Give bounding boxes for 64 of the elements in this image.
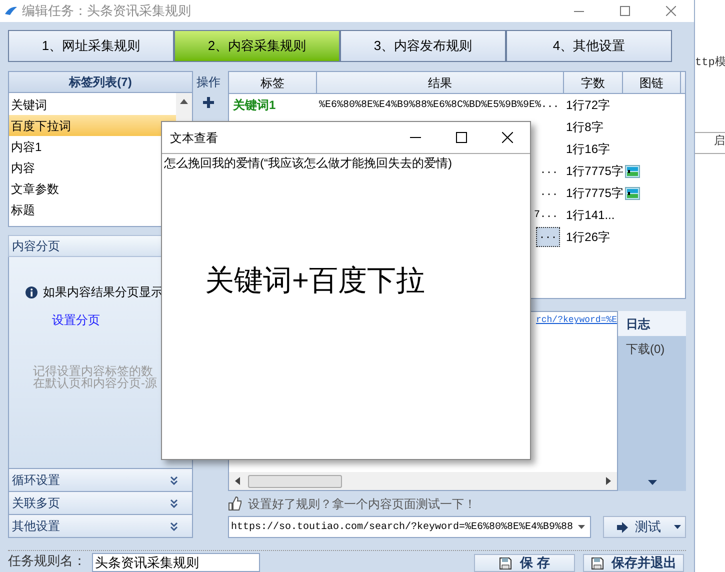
table-cell-text: %E6%80%8E%E4%B9%88%E6%8C%BD%E5%9B%9E%...: [318, 98, 560, 112]
panel-header: 标签列表(7): [8, 71, 193, 93]
scroll-up-icon[interactable]: [180, 99, 188, 104]
table-cell-text: ...: [538, 164, 559, 178]
app-icon: [4, 6, 18, 16]
test-button[interactable]: 测试: [603, 516, 686, 538]
column-header: 结果: [317, 72, 564, 93]
scroll-left-icon[interactable]: [235, 477, 240, 485]
dialog-text: 怎么挽回我的爱情(“我应该怎么做才能挽回失去的爱情): [163, 155, 453, 172]
dialog-content-text: 关键词+百度下拉: [205, 264, 426, 299]
collapsible-section[interactable]: 循环设置: [8, 469, 193, 492]
info-icon: [25, 286, 38, 298]
collapsible-section[interactable]: 其他设置: [8, 515, 193, 538]
table-cell: ...: [536, 227, 560, 247]
rule-name-label: 任务规则名：: [8, 552, 86, 570]
table-cell-text: 1行26字: [565, 229, 612, 246]
rule-name-field[interactable]: 头条资讯采集规则: [92, 553, 260, 572]
tag-list-item[interactable]: 关键词: [9, 94, 176, 115]
step-tab[interactable]: 4、其他设置: [507, 31, 671, 61]
log-link[interactable]: rch/?keyword=%E: [536, 314, 617, 328]
column-header: 操作: [196, 74, 220, 91]
step-tab[interactable]: 3、内容发布规则: [341, 31, 507, 61]
column-header: 标签: [229, 72, 317, 93]
table-cell: 关键词1: [233, 98, 276, 112]
caret-icon: [674, 525, 681, 529]
minimize-icon: [574, 10, 584, 12]
note-text: 记得设置内容标签的数: [33, 365, 153, 377]
double-chevron-icon: [170, 476, 178, 484]
double-chevron-icon: [170, 522, 178, 530]
table-cell-text: 7...: [532, 208, 559, 222]
table-cell-text: 1行8字: [565, 119, 604, 136]
caret-icon: [578, 525, 585, 529]
hint-text: 设置好了规则？拿一个内容页面测试一下！: [248, 496, 476, 512]
side-tab[interactable]: 下载(0): [618, 336, 686, 361]
save-button[interactable]: 保存并退出: [583, 554, 684, 572]
table-cell-text: ...: [538, 186, 559, 200]
minimize-icon: [410, 137, 420, 138]
save-button[interactable]: 保 存: [474, 554, 575, 572]
side-tab[interactable]: 日志: [618, 311, 686, 336]
background-window: ttp模 启: [695, 0, 725, 572]
table-cell-text: 1行72字: [565, 97, 612, 114]
note-text: 在默认页和内容分页-源: [33, 377, 158, 389]
scroll-right-icon[interactable]: [606, 477, 611, 485]
column-header: 字数: [564, 72, 623, 93]
window-title: 编辑任务：头条资讯采集规则: [22, 2, 191, 20]
add-icon[interactable]: [203, 97, 214, 108]
column-header: 图链: [623, 72, 681, 93]
table-cell-text: 1行141...: [565, 207, 616, 224]
close-icon: [502, 132, 512, 143]
table-cell-text: 1行7775字: [565, 163, 623, 180]
thumbs-up-icon: [228, 496, 242, 511]
dropdown-arrow-icon[interactable]: [648, 480, 656, 485]
table-cell-text: 1行16字: [565, 141, 612, 158]
url-combobox[interactable]: https://so.toutiao.com/search/?keyword=%E6%80%8E%E4%B9%88: [228, 516, 591, 538]
step-tab[interactable]: 1、网址采集规则: [9, 31, 175, 61]
double-chevron-icon: [170, 498, 178, 508]
maximize-icon: [456, 132, 466, 143]
collapsible-section[interactable]: 关联多页: [8, 492, 193, 515]
step-tab[interactable]: 2、内容采集规则: [175, 31, 341, 61]
table-cell-text: 1行7775字: [565, 185, 623, 202]
arrow-right-icon: [617, 522, 629, 532]
maximize-icon: [620, 6, 630, 16]
close-icon: [666, 6, 676, 16]
scrollbar-thumb[interactable]: [248, 474, 342, 488]
